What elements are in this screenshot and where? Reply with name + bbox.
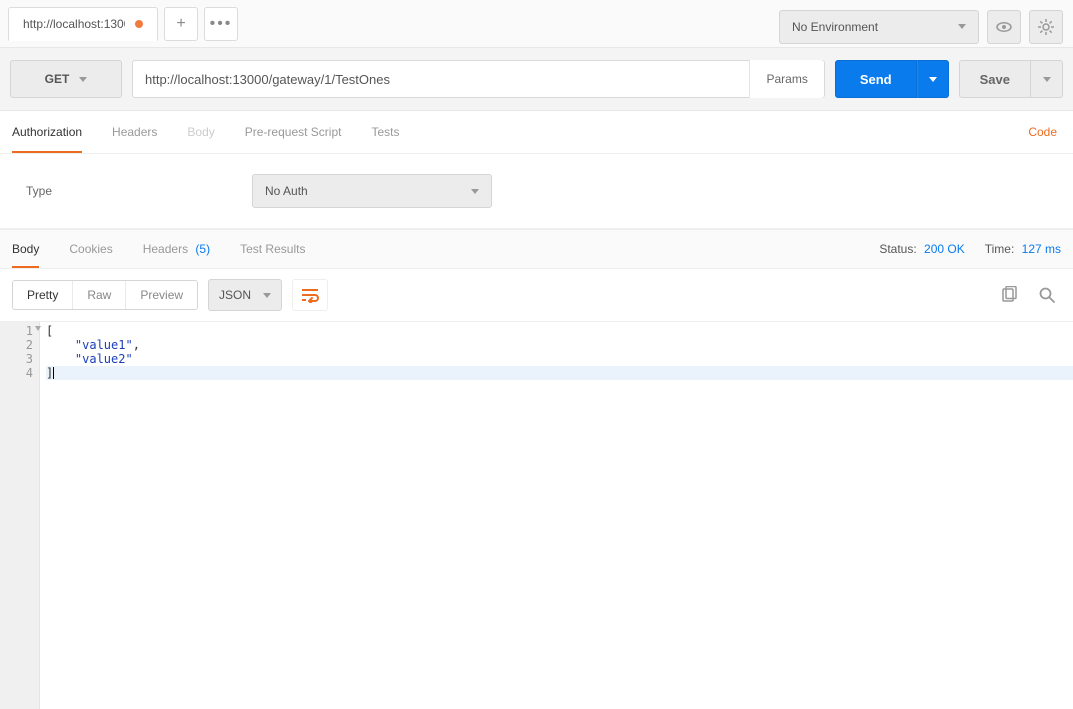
auth-type-select[interactable]: No Auth <box>252 174 492 208</box>
search-response-button[interactable] <box>1033 281 1061 309</box>
code-line: ] <box>46 366 1073 380</box>
plus-icon: + <box>176 15 185 33</box>
auth-type-label: Type <box>26 184 52 198</box>
environment-select[interactable]: No Environment <box>779 10 979 44</box>
code-lines: [ "value1", "value2" ] <box>40 322 1073 709</box>
line-number: 4 <box>26 366 33 380</box>
environment-selected: No Environment <box>792 20 878 34</box>
view-pretty[interactable]: Pretty <box>13 281 73 309</box>
copy-icon <box>1000 286 1018 304</box>
send-dropdown-button[interactable] <box>917 60 949 98</box>
response-tab-body[interactable]: Body <box>12 230 39 268</box>
request-tab[interactable]: http://localhost:1300 <box>8 7 158 41</box>
time-label: Time: <box>985 242 1015 256</box>
view-preview[interactable]: Preview <box>126 281 197 309</box>
response-tab-headers[interactable]: Headers (5) <box>143 230 210 268</box>
line-number: 1 <box>26 324 33 338</box>
eye-icon <box>995 18 1013 36</box>
chevron-down-icon <box>929 77 937 82</box>
send-button[interactable]: Send <box>835 60 917 98</box>
ellipsis-icon: ••• <box>210 15 233 33</box>
tab-body[interactable]: Body <box>187 111 214 153</box>
tab-options-button[interactable]: ••• <box>204 7 238 41</box>
settings-button[interactable] <box>1029 10 1063 44</box>
status-label: Status: <box>879 242 916 256</box>
response-body-viewer[interactable]: 1 2 3 4 [ "value1", "value2" ] <box>0 321 1073 709</box>
code-line: [ <box>46 324 1073 338</box>
environment-quicklook-button[interactable] <box>987 10 1021 44</box>
http-method-value: GET <box>45 72 70 86</box>
fold-icon[interactable] <box>35 326 41 331</box>
response-toolbar: Pretty Raw Preview JSON <box>0 269 1073 321</box>
time-value: 127 ms <box>1022 242 1061 256</box>
tab-authorization[interactable]: Authorization <box>12 111 82 153</box>
chevron-down-icon <box>263 293 271 298</box>
request-tab-title: http://localhost:1300 <box>23 17 125 31</box>
response-tab-test-results[interactable]: Test Results <box>240 230 305 268</box>
response-format-value: JSON <box>219 288 251 302</box>
new-tab-button[interactable]: + <box>164 7 198 41</box>
code-link[interactable]: Code <box>1024 111 1061 153</box>
text-cursor <box>53 367 54 379</box>
url-input-wrapper: Params <box>132 60 825 98</box>
save-label: Save <box>980 72 1010 87</box>
line-wrap-icon <box>300 287 320 303</box>
save-button[interactable]: Save <box>959 60 1031 98</box>
params-button[interactable]: Params <box>749 60 823 98</box>
copy-response-button[interactable] <box>995 281 1023 309</box>
response-status: Status: 200 OK <box>879 242 964 256</box>
chevron-down-icon <box>958 24 966 29</box>
line-number: 2 <box>26 338 33 352</box>
url-input[interactable] <box>133 61 749 97</box>
http-method-select[interactable]: GET <box>10 60 122 98</box>
line-number: 3 <box>26 352 33 366</box>
authorization-panel: Type No Auth <box>0 154 1073 229</box>
gear-icon <box>1037 18 1055 36</box>
tab-tests[interactable]: Tests <box>371 111 399 153</box>
view-raw[interactable]: Raw <box>73 281 126 309</box>
code-line: "value1", <box>46 338 1073 352</box>
chevron-down-icon <box>1043 77 1051 82</box>
response-view-toggle: Pretty Raw Preview <box>12 280 198 310</box>
request-tabs-bar: Authorization Headers Body Pre-request S… <box>0 111 1073 154</box>
chevron-down-icon <box>471 189 479 194</box>
unsaved-indicator-icon <box>135 20 143 28</box>
response-headers-count: (5) <box>195 242 210 256</box>
save-dropdown-button[interactable] <box>1031 60 1063 98</box>
tab-headers[interactable]: Headers <box>112 111 157 153</box>
request-row: GET Params Send Save <box>0 48 1073 111</box>
line-gutter: 1 2 3 4 <box>0 322 40 709</box>
response-time: Time: 127 ms <box>985 242 1061 256</box>
response-tab-cookies[interactable]: Cookies <box>69 230 112 268</box>
auth-type-value: No Auth <box>265 184 308 198</box>
params-label: Params <box>766 72 807 86</box>
send-label: Send <box>860 72 892 87</box>
response-format-select[interactable]: JSON <box>208 279 282 311</box>
response-tabs-bar: Body Cookies Headers (5) Test Results St… <box>0 229 1073 269</box>
tab-pre-request-script[interactable]: Pre-request Script <box>245 111 342 153</box>
chevron-down-icon <box>79 77 87 82</box>
search-icon <box>1038 286 1056 304</box>
status-value: 200 OK <box>924 242 965 256</box>
line-wrap-button[interactable] <box>292 279 328 311</box>
code-line: "value2" <box>46 352 1073 366</box>
tab-strip: http://localhost:1300 + ••• No Environme… <box>0 0 1073 48</box>
response-headers-label: Headers <box>143 242 188 256</box>
